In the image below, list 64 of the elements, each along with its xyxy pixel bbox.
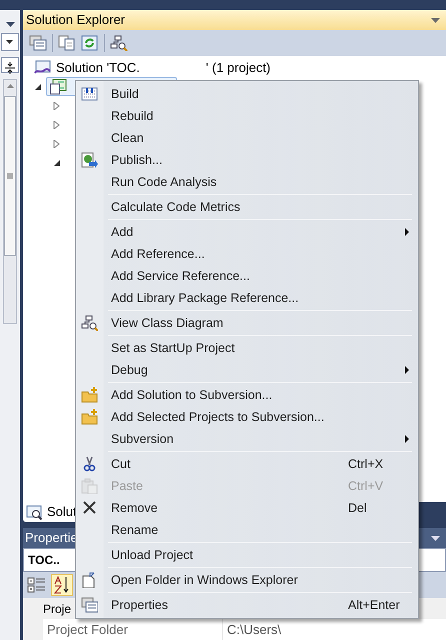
tree-item-label[interactable]: ' (1 project): [206, 58, 271, 78]
properties-icon: [81, 597, 98, 613]
categorized-icon[interactable]: [27, 576, 47, 594]
dropdown-arrow-icon[interactable]: [431, 18, 440, 22]
cross-icon: [81, 500, 98, 516]
dropdown-arrow-icon[interactable]: [431, 536, 440, 540]
refresh-icon[interactable]: [81, 35, 99, 51]
property-value[interactable]: C:\Users\: [223, 619, 282, 640]
build-icon: [81, 86, 98, 102]
menu-item[interactable]: Add Reference...: [76, 243, 418, 265]
sort-az-icon: [54, 576, 70, 594]
grip-icon[interactable]: [7, 173, 13, 179]
folder-plus-icon: [81, 409, 98, 425]
submenu-arrow-icon: [405, 366, 410, 374]
menu-item[interactable]: Subversion: [76, 428, 418, 450]
combo-box[interactable]: [1, 33, 19, 51]
menu-item[interactable]: Cut Ctrl+X: [76, 453, 418, 475]
folder-plus-icon: [81, 387, 98, 403]
menu-item[interactable]: Add Selected Projects to Subversion...: [76, 406, 418, 428]
panel-title: Propertie: [25, 529, 78, 548]
publish-icon: [81, 152, 98, 168]
scroll-up-icon[interactable]: [6, 84, 14, 88]
csharp-project-icon: [50, 78, 67, 94]
solution-icon: [34, 60, 52, 76]
menu-item[interactable]: Open Folder in Windows Explorer: [76, 569, 418, 591]
menu-item[interactable]: Rebuild: [76, 105, 418, 127]
tree-item-label[interactable]: Solution 'TOC.: [56, 58, 140, 78]
menu-item[interactable]: Add: [76, 221, 418, 243]
menu-item[interactable]: Debug: [76, 359, 418, 381]
submenu-arrow-icon: [405, 228, 410, 236]
scrollbar[interactable]: [3, 79, 17, 324]
shortcut-label: Alt+Enter: [348, 596, 400, 614]
collapsed-arrow-icon[interactable]: [53, 140, 61, 148]
menu-item[interactable]: Build: [76, 83, 418, 105]
properties-icon[interactable]: [29, 35, 47, 51]
panel-title: Solution Explorer: [26, 11, 125, 30]
solution-explorer-icon: [26, 504, 44, 520]
menu-item[interactable]: Run Code Analysis: [76, 171, 418, 193]
class-diagram-icon: [81, 315, 98, 331]
menu-item[interactable]: Add Service Reference...: [76, 265, 418, 287]
shortcut-label: Del: [348, 500, 367, 517]
collapsed-arrow-icon[interactable]: [53, 102, 61, 110]
scissors-icon: [81, 456, 98, 472]
expanded-arrow-icon[interactable]: [53, 158, 61, 166]
shortcut-label: Ctrl+V: [348, 478, 384, 495]
menu-item[interactable]: Clean: [76, 127, 418, 149]
dropdown-arrow-icon[interactable]: [6, 22, 14, 27]
shortcut-label: Ctrl+X: [348, 456, 384, 473]
class-diagram-icon[interactable]: [110, 35, 128, 51]
menu-item[interactable]: Calculate Code Metrics: [76, 196, 418, 218]
menu-item[interactable]: Rename: [76, 519, 418, 541]
menu-item[interactable]: View Class Diagram: [76, 312, 418, 334]
clipboard-icon: [81, 478, 98, 494]
collapsed-arrow-icon[interactable]: [53, 120, 61, 128]
copy-pages-icon[interactable]: [58, 35, 76, 51]
menu-item[interactable]: Add Library Package Reference...: [76, 287, 418, 309]
submenu-arrow-icon: [405, 435, 410, 443]
menu-item[interactable]: Publish...: [76, 149, 418, 171]
menu-item[interactable]: Unload Project: [76, 544, 418, 566]
menu-item[interactable]: Set as StartUp Project: [76, 337, 418, 359]
expanded-arrow-icon[interactable]: [34, 82, 42, 90]
split-icon[interactable]: [1, 57, 19, 73]
menu-item[interactable]: Add Solution to Subversion...: [76, 384, 418, 406]
alphabetical-button[interactable]: [51, 574, 73, 596]
